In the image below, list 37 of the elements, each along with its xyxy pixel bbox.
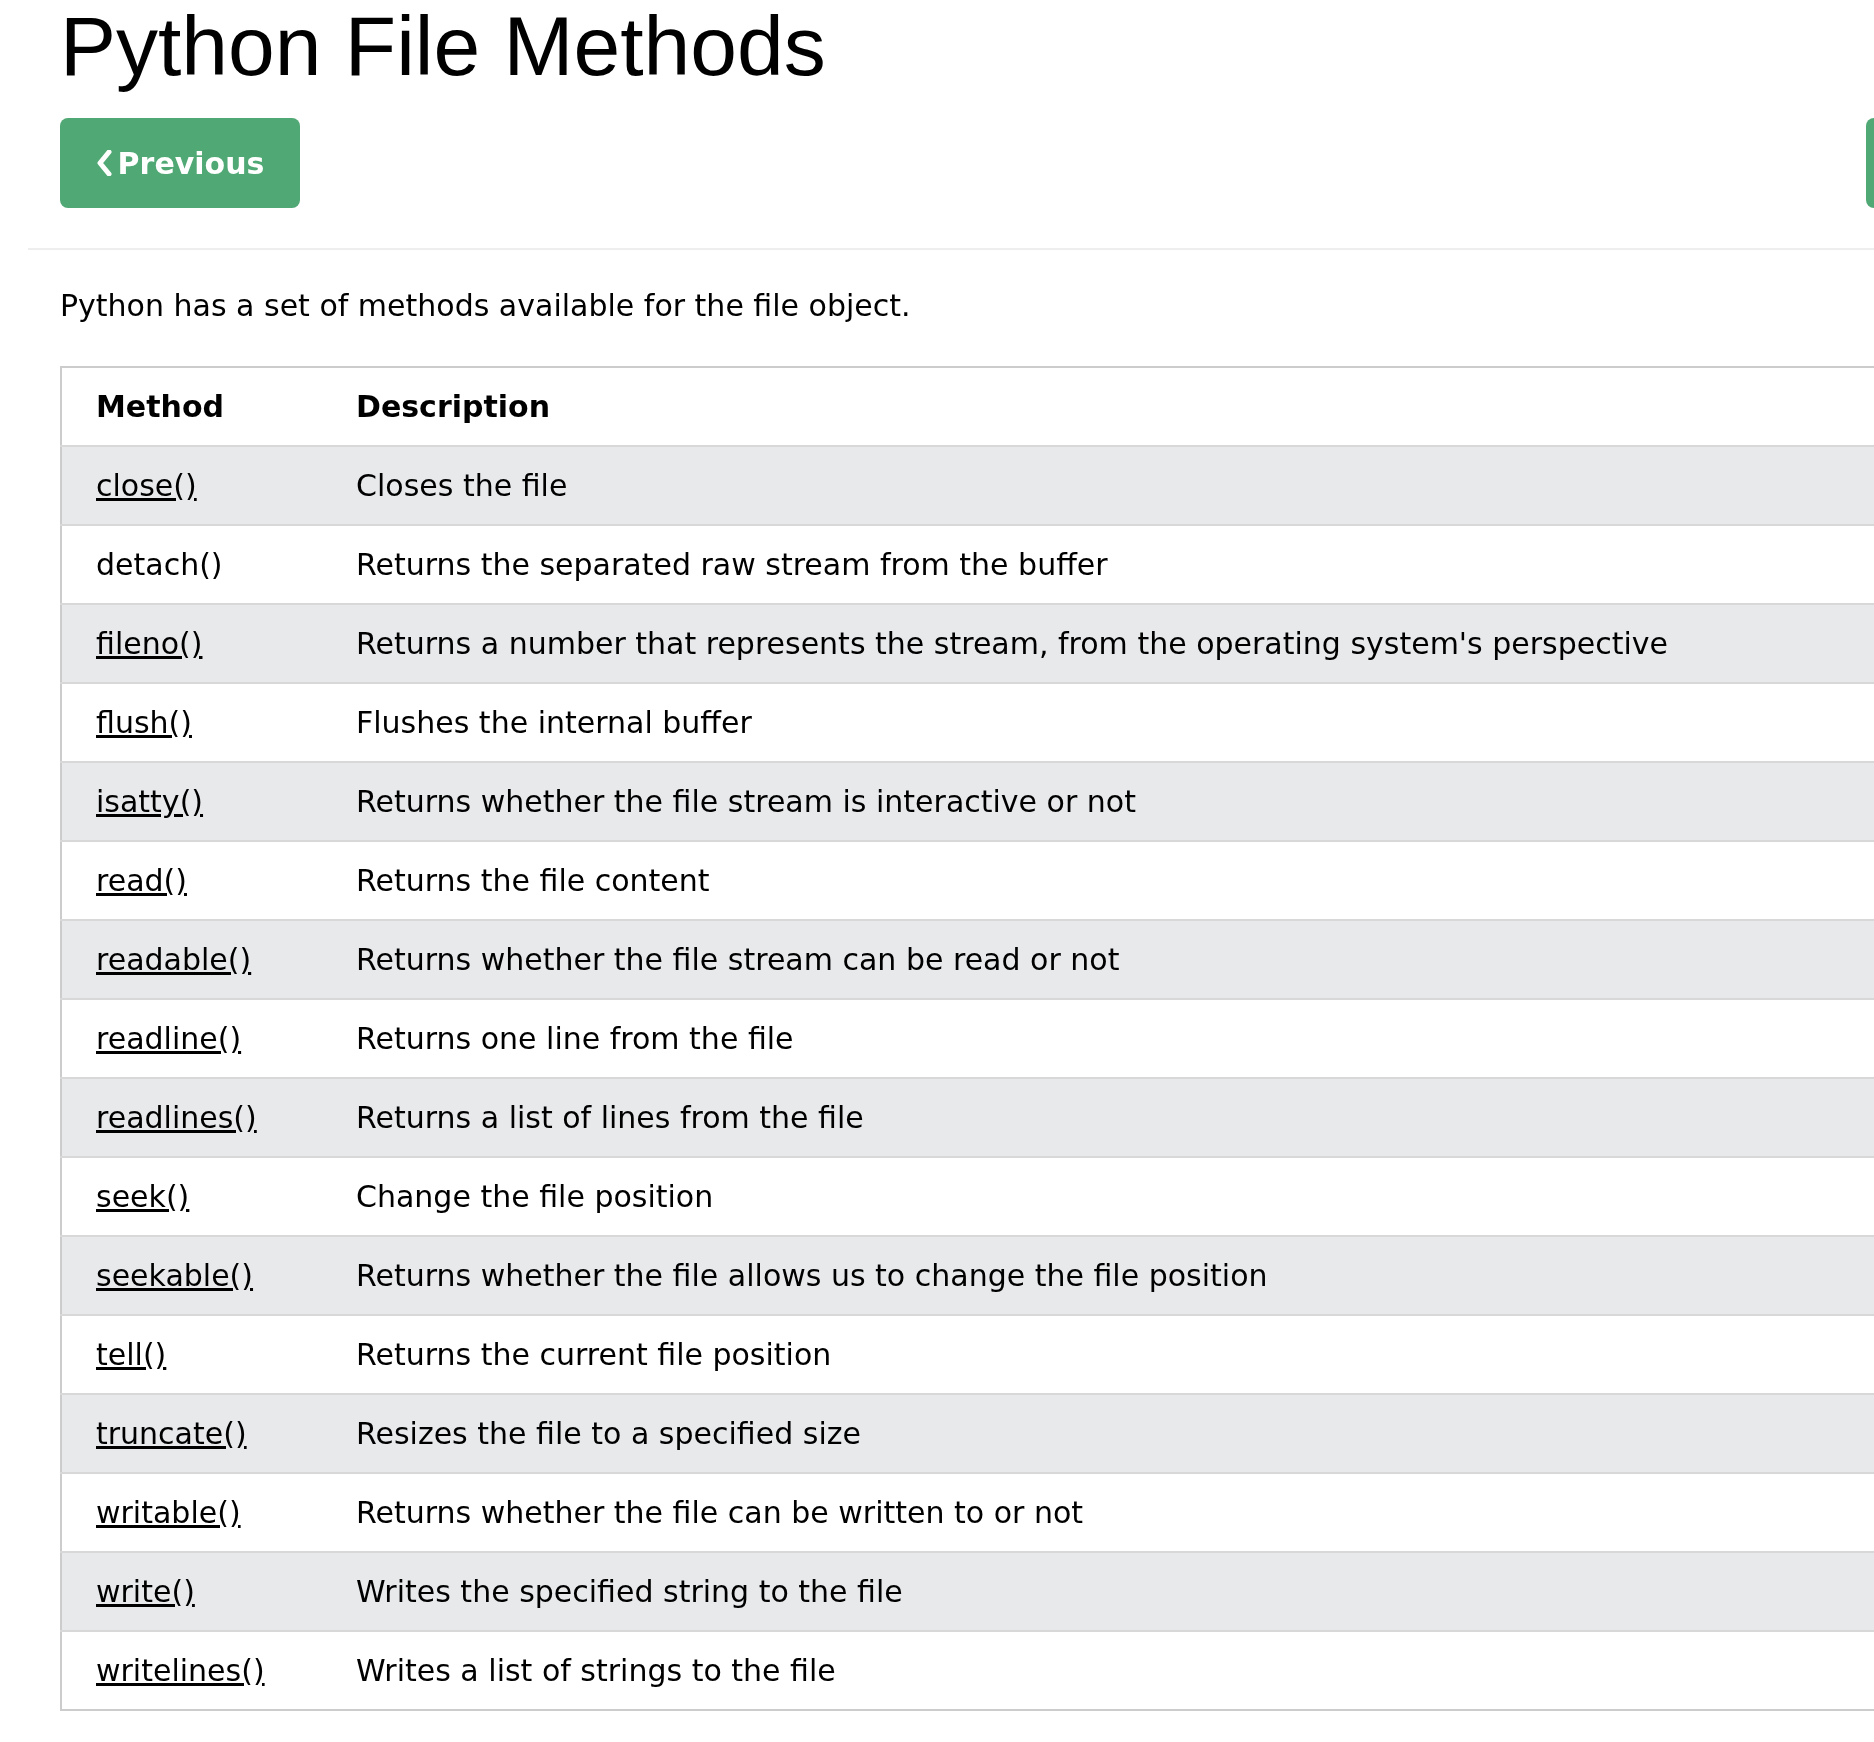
method-link[interactable]: write() [96,1574,195,1609]
chevron-left-icon [95,150,112,176]
method-description: Returns the file content [356,863,710,898]
method-link[interactable]: writelines() [96,1653,265,1688]
method-description: Returns a number that represents the stream, from the operating system's perspective [356,626,1669,661]
method-description: Resizes the file to a specified size [356,1416,861,1451]
method-description: Returns whether the file stream is interactive or not [356,784,1136,819]
method-link[interactable]: close() [96,468,197,503]
method-link[interactable]: flush() [96,705,192,740]
method-link[interactable]: tell() [96,1337,167,1372]
method-description: Writes a list of strings to the file [356,1653,836,1688]
method-description: Returns whether the file stream can be read or not [356,942,1120,977]
method-link[interactable]: truncate() [96,1416,247,1451]
method-link[interactable]: read() [96,863,187,898]
method-description: Flushes the internal buffer [356,705,752,740]
page-title: Python File Methods [60,0,826,92]
method-description: Closes the file [356,468,568,503]
intro-text: Python has a set of methods available for the file object. [60,288,911,324]
method-description: Returns a list of lines from the file [356,1100,864,1135]
method-description: Returns whether the file allows us to change the file position [356,1258,1268,1293]
method-description: Returns the separated raw stream from the buffer [356,547,1108,582]
method-description: Writes the specified string to the file [356,1574,903,1609]
method-link[interactable]: readline() [96,1021,242,1056]
method-link[interactable]: writable() [96,1495,241,1530]
method-link[interactable]: fileno() [96,626,203,661]
method-link[interactable]: seek() [96,1179,190,1214]
column-header: Method [96,389,224,424]
method-name: detach() [96,547,223,582]
method-description: Returns the current file position [356,1337,832,1372]
method-description: Returns one line from the file [356,1021,794,1056]
method-link[interactable]: isatty() [96,784,204,819]
method-link[interactable]: readable() [96,942,252,977]
method-link[interactable]: readlines() [96,1100,257,1135]
method-description: Change the file position [356,1179,714,1214]
method-description: Returns whether the file can be written to or not [356,1495,1084,1530]
method-link[interactable]: seekable() [96,1258,254,1293]
column-header: Description [356,389,551,424]
